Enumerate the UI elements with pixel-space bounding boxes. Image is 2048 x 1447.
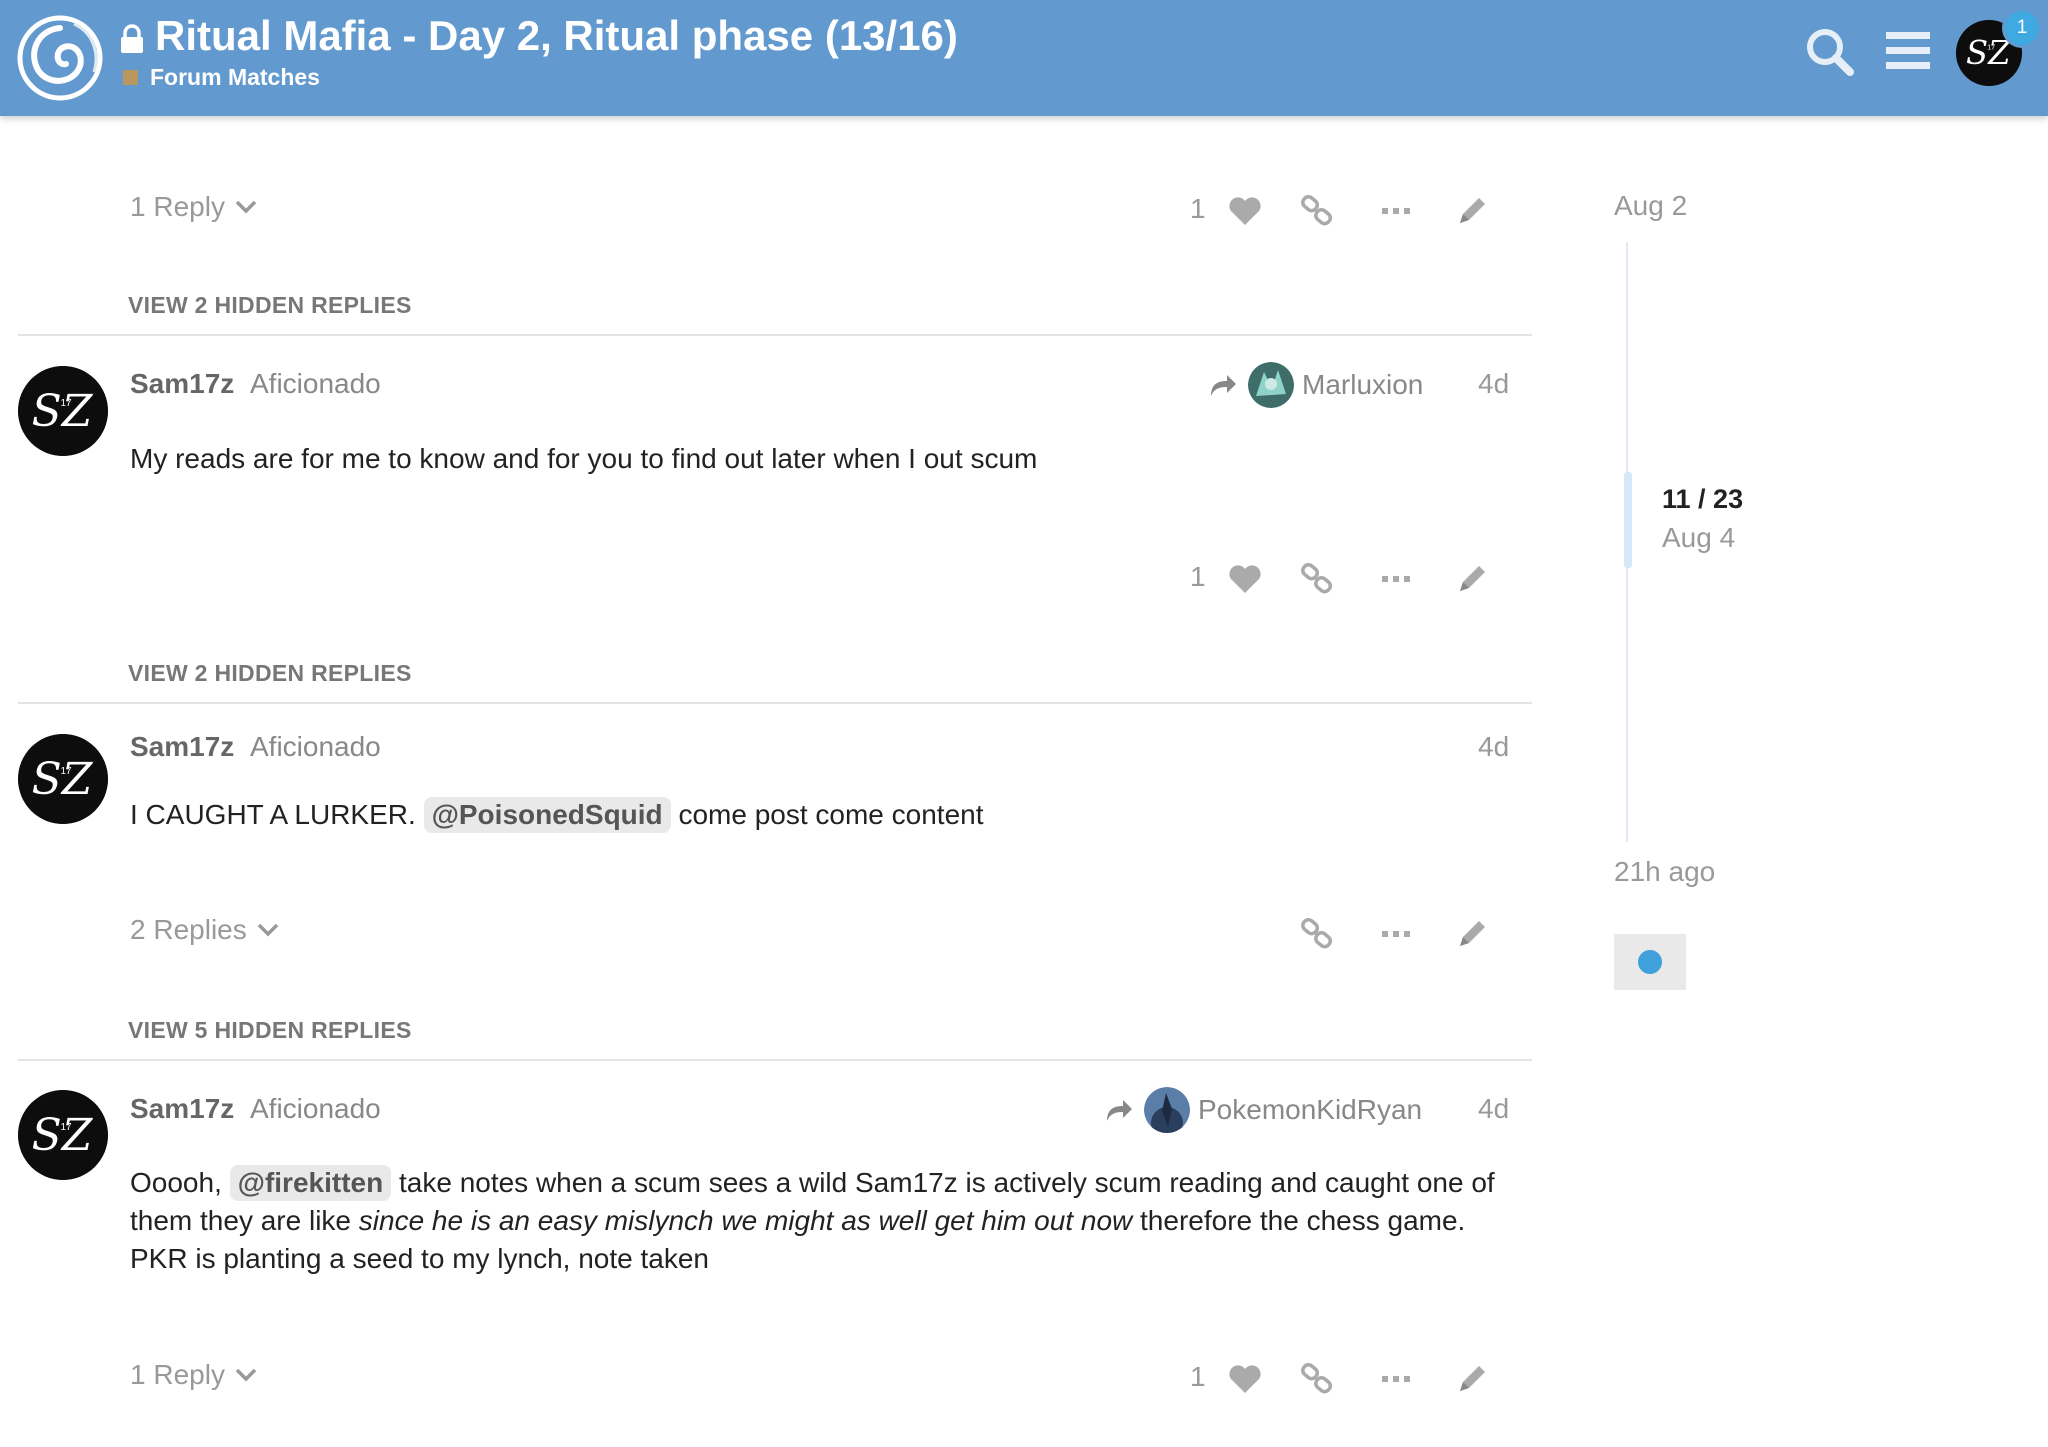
reply-to-avatar [1248,362,1294,408]
topic-title[interactable]: Ritual Mafia - Day 2, Ritual phase (13/1… [155,12,958,60]
unread-dot-icon [1638,950,1662,974]
replies-label: 1 Reply [130,1359,225,1390]
reply-arrow-icon [1211,375,1236,396]
link-icon[interactable] [1300,193,1336,229]
notification-badge[interactable]: 1 [2002,8,2042,48]
reply-to-indicator[interactable]: PokemonKidRyan [1104,1087,1422,1133]
post-date[interactable]: 4d [1478,368,1509,400]
reply-arrow-icon [1107,1100,1132,1121]
hamburger-menu-icon[interactable] [1884,26,1934,76]
svg-text:17: 17 [60,1122,72,1133]
post-text-italic: since he is an easy mislynch we might as… [358,1205,1133,1236]
username[interactable]: Sam17z [130,368,234,400]
timeline-handle[interactable] [1624,472,1632,568]
post-actions: 1 Reply 1 [0,191,1540,235]
replies-toggle-button[interactable]: 1 Reply [130,191,257,223]
user-mention[interactable]: @PoisonedSquid [423,797,671,833]
timeline-end-label[interactable]: 21h ago [1614,856,1715,888]
view-hidden-replies-link[interactable]: VIEW 2 HIDDEN REPLIES [128,292,412,319]
post-actions: 2 Replies [0,914,1540,958]
post-actions: 1 [0,559,1540,603]
svg-text:SZ: SZ [1966,34,2011,72]
more-options-icon[interactable] [1378,916,1414,952]
link-icon[interactable] [1300,916,1336,952]
post-text: come post come content [678,799,984,830]
user-title: Aficionado [250,1093,381,1124]
link-icon[interactable] [1300,1361,1336,1397]
post-divider [18,334,1532,336]
avatar[interactable]: SZ 17 [18,1090,108,1180]
chevron-down-icon [235,1368,257,1382]
reply-to-username: PokemonKidRyan [1198,1094,1423,1125]
heart-icon[interactable] [1227,193,1263,229]
more-options-icon[interactable] [1378,1361,1414,1397]
reply-to-avatar [1144,1087,1190,1133]
post-text: Ooooh, [130,1167,222,1198]
user-title: Aficionado [250,368,381,399]
reply-to-username: Marluxion [1302,369,1424,400]
timeline-position-date: Aug 4 [1662,522,1736,553]
like-count: 1 [1190,193,1206,224]
like-count: 1 [1190,1361,1206,1392]
replies-label: 2 Replies [130,914,247,945]
more-options-icon[interactable] [1378,193,1414,229]
post-body: My reads are for me to know and for you … [130,443,1038,474]
svg-text:17: 17 [60,766,72,777]
reply-to-indicator[interactable]: Marluxion [1208,362,1423,408]
pencil-icon[interactable] [1454,193,1490,229]
view-hidden-replies-link[interactable]: VIEW 2 HIDDEN REPLIES [128,660,412,687]
category-color-swatch [123,70,138,85]
post-date[interactable]: 4d [1478,1093,1509,1125]
heart-icon[interactable] [1227,561,1263,597]
post-actions: 1 Reply 1 [0,1359,1540,1403]
svg-text:17: 17 [1987,42,1995,51]
topic-header: Ritual Mafia - Day 2, Ritual phase (13/1… [0,0,2048,116]
replies-label: 1 Reply [130,191,225,222]
view-hidden-replies-link[interactable]: VIEW 5 HIDDEN REPLIES [128,1017,412,1044]
search-icon[interactable] [1804,26,1854,76]
replies-toggle-button[interactable]: 2 Replies [130,914,279,946]
category-badge[interactable]: Forum Matches [123,64,320,91]
chevron-down-icon [235,200,257,214]
post-date[interactable]: 4d [1478,731,1509,763]
link-icon[interactable] [1300,561,1336,597]
post-body: I CAUGHT A LURKER. @PoisonedSquid come p… [130,796,1510,834]
pencil-icon[interactable] [1454,916,1490,952]
username[interactable]: Sam17z [130,731,234,763]
lock-icon [121,24,143,53]
pencil-icon[interactable] [1454,1361,1490,1397]
heart-icon[interactable] [1227,1361,1263,1397]
post-text: I CAUGHT A LURKER. [130,799,416,830]
avatar[interactable]: SZ 17 [18,366,108,456]
timeline-position: 11 / 23 [1662,484,1744,514]
chevron-down-icon [257,923,278,937]
svg-text:SZ: SZ [32,754,94,805]
user-mention[interactable]: @firekitten [229,1165,392,1201]
more-options-icon[interactable] [1378,561,1414,597]
like-count: 1 [1190,561,1206,592]
svg-text:SZ: SZ [32,1110,94,1161]
user-title: Aficionado [250,731,381,762]
post-divider [18,1059,1532,1061]
username[interactable]: Sam17z [130,1093,234,1125]
post-divider [18,702,1532,704]
replies-toggle-button[interactable]: 1 Reply [130,1359,257,1391]
svg-text:SZ: SZ [32,386,94,437]
svg-text:17: 17 [60,398,72,409]
timeline-start-date[interactable]: Aug 2 [1614,190,1687,222]
site-logo[interactable] [14,12,106,104]
category-label: Forum Matches [150,64,320,90]
pencil-icon[interactable] [1454,561,1490,597]
avatar[interactable]: SZ 17 [18,734,108,824]
post-body: Ooooh, @firekitten take notes when a scu… [130,1164,1510,1278]
